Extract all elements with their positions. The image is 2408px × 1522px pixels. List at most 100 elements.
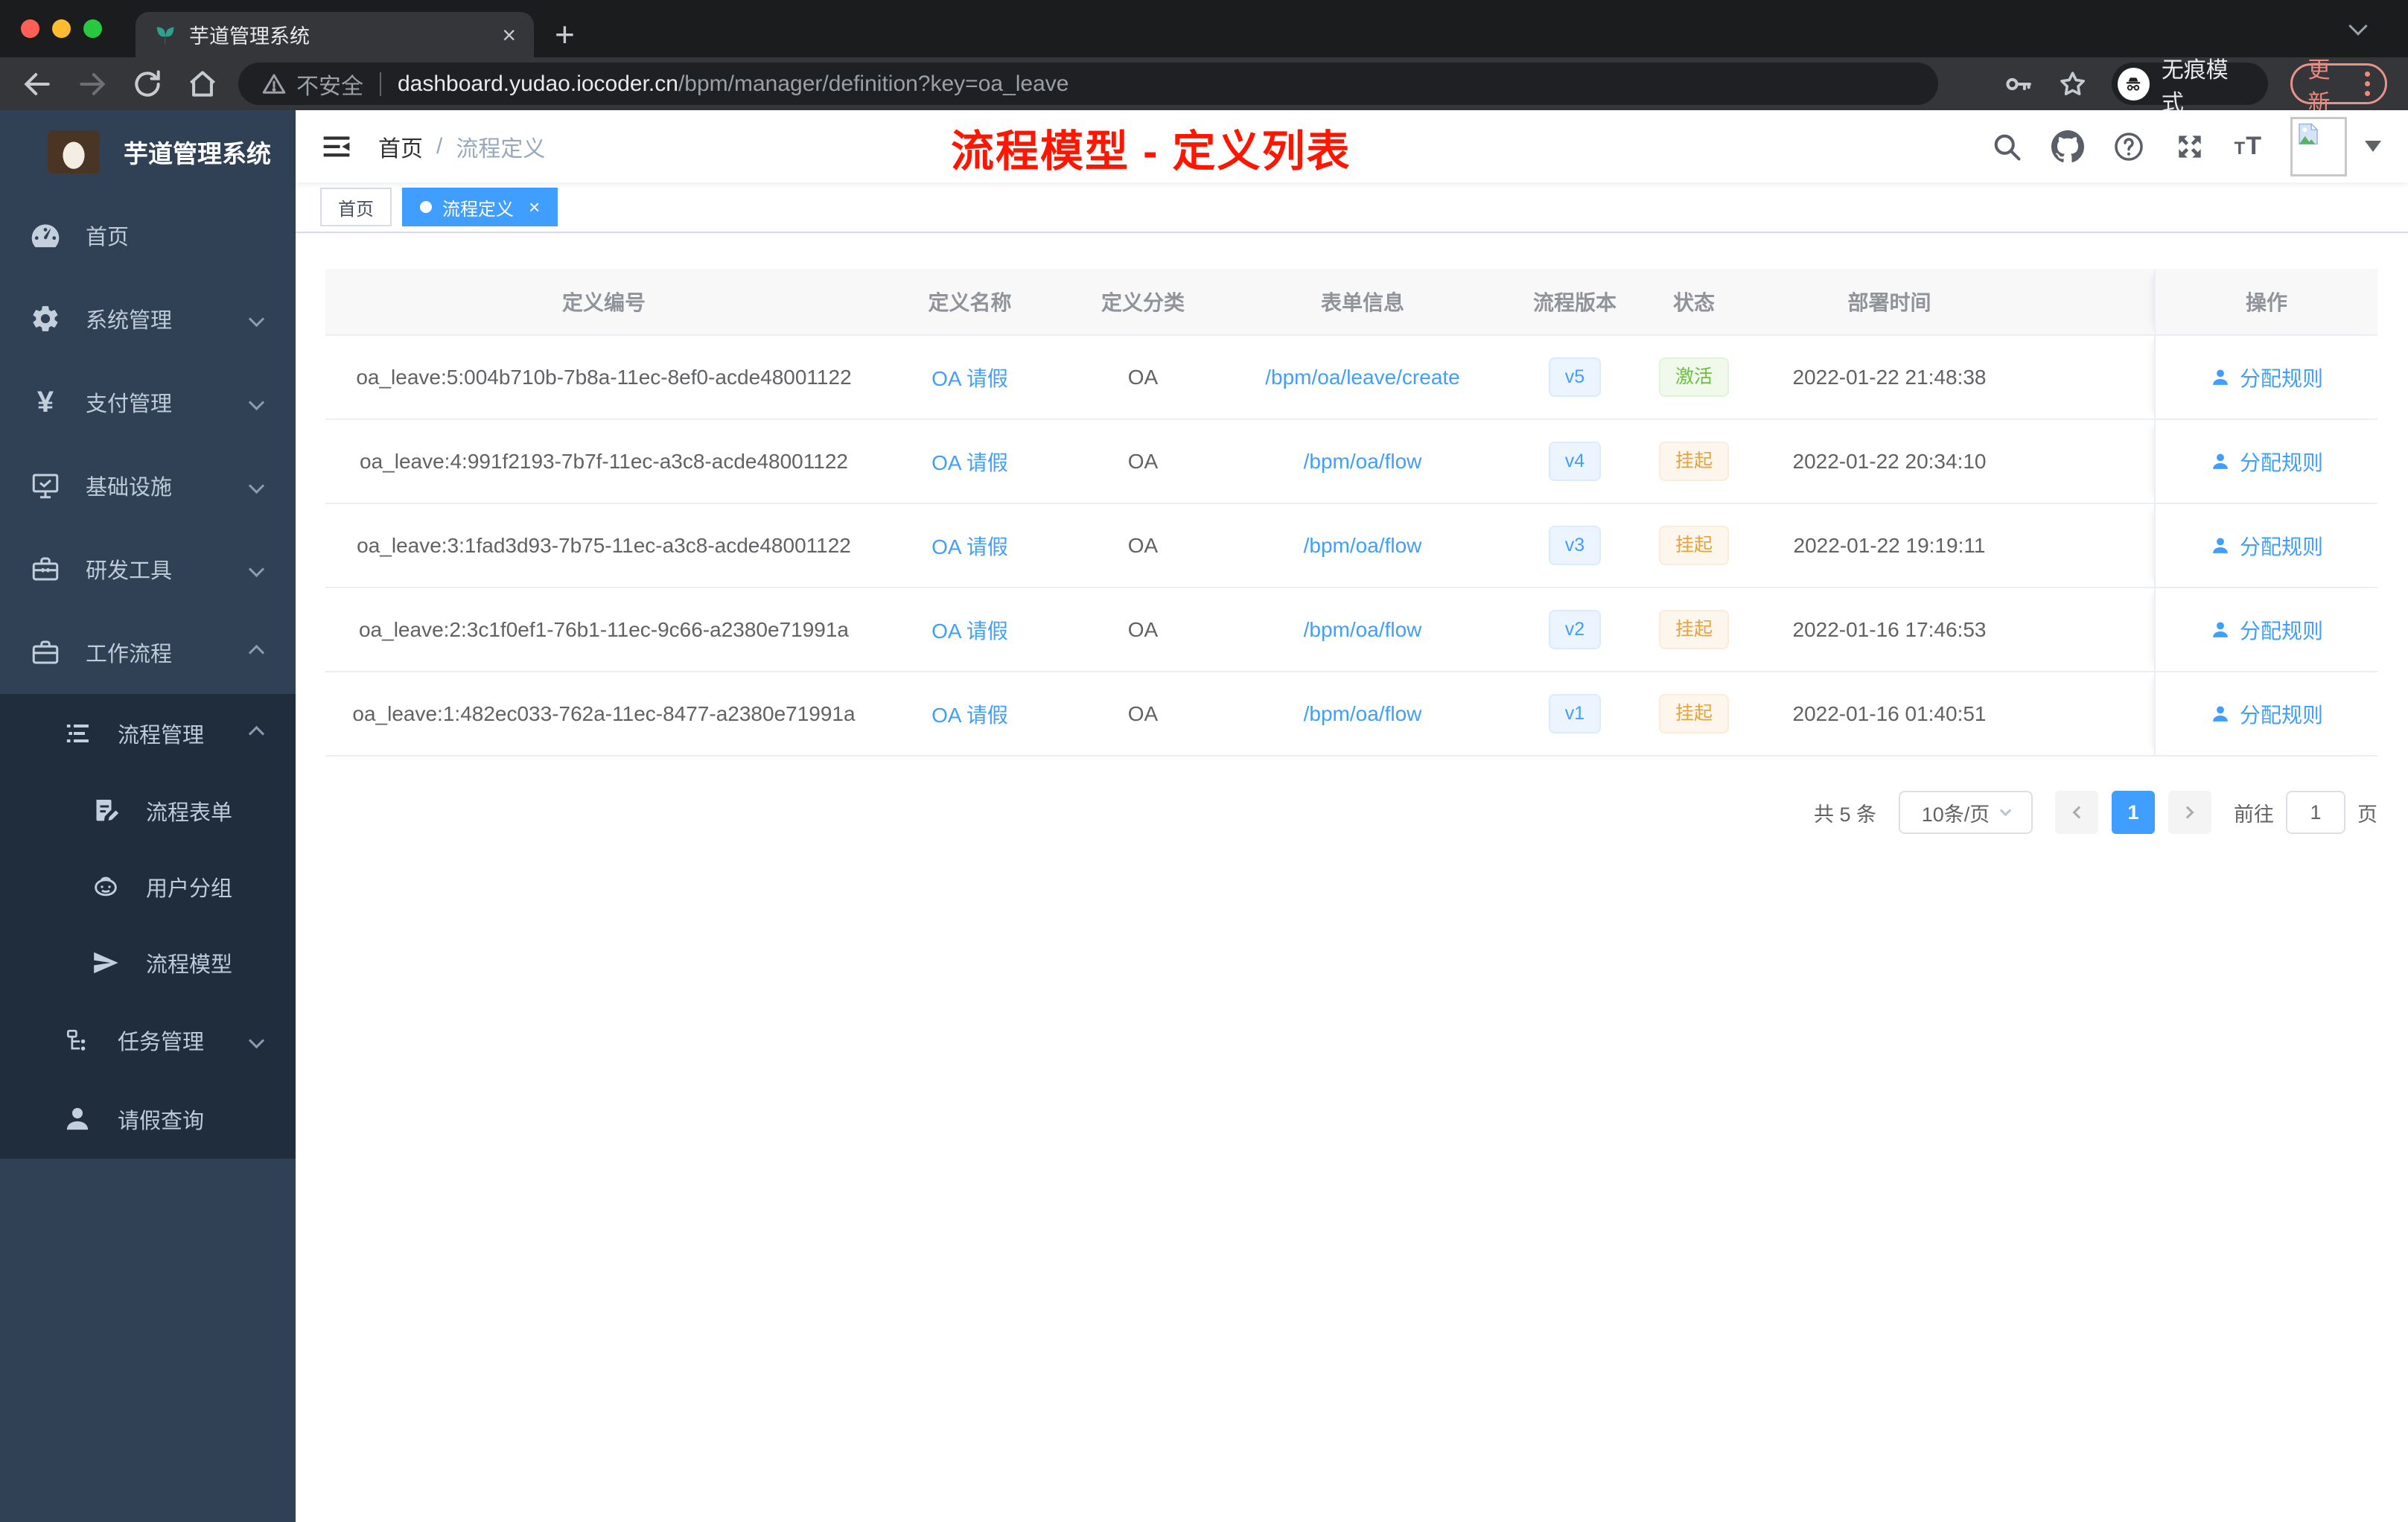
status-badge: 挂起 [1658,610,1729,649]
chevron-down-icon [248,561,265,577]
form-icon [88,795,124,827]
column-header: 操作 [2154,269,2377,334]
pagination-total: 共 5 条 [1813,803,1876,826]
prev-page-button[interactable] [2055,791,2098,834]
sidebar-item-payment[interactable]: ¥ 支付管理 [0,360,296,444]
bookmark-star-icon[interactable] [2057,68,2089,101]
sidebar-item-home[interactable]: 首页 [0,194,296,277]
sidebar: 芋道管理系统 首页 系统管理 ¥ 支付管理 基础设施 研发工具 工作流程 流程管… [0,110,296,1522]
form-link[interactable]: /bpm/oa/flow [1304,618,1422,641]
home-icon[interactable] [186,68,219,101]
window-minimize-button[interactable] [52,19,71,38]
avatar-caret-icon[interactable] [2365,141,2381,152]
form-link[interactable]: /bpm/oa/flow [1304,534,1422,557]
avatar[interactable] [2290,116,2347,176]
breadcrumb-home[interactable]: 首页 [378,130,423,163]
red-annotation-text: 流程模型 - 定义列表 [951,127,1351,176]
definition-name-link[interactable]: OA 请假 [931,451,1008,474]
chevron-left-icon [2072,806,2086,819]
form-link[interactable]: /bpm/oa/flow [1304,702,1422,725]
window-controls [21,19,102,38]
github-icon[interactable] [2051,130,2084,163]
sidebar-item-label: 支付管理 [86,392,173,416]
address-bar[interactable]: 不安全 dashboard.yudao.iocoder.cn/bpm/manag… [238,63,1939,105]
broken-image-icon [2299,122,2319,144]
logo[interactable]: 芋道管理系统 [0,110,296,194]
sidebar-item-user-group[interactable]: 用户分组 [0,849,296,925]
status-badge: 挂起 [1658,694,1729,733]
status-badge: 挂起 [1658,442,1729,481]
sidebar-item-task-management[interactable]: 任务管理 [0,1001,296,1080]
assign-rule-button[interactable]: 分配规则 [2210,363,2323,392]
version-badge: v1 [1548,694,1602,733]
sidebar-toggle-icon[interactable] [320,130,353,163]
update-label: 更新 [2307,57,2331,115]
assign-rule-button[interactable]: 分配规则 [2210,615,2323,645]
window-close-button[interactable] [21,19,39,38]
font-size-icon[interactable]: TT [2235,132,2262,161]
browser-tab[interactable]: 芋道管理系统 × [136,12,534,57]
org-tree-icon [60,1024,95,1057]
search-icon[interactable] [1990,130,2023,163]
definition-name-link[interactable]: OA 请假 [931,367,1008,390]
sidebar-item-process-form[interactable]: 流程表单 [0,773,296,849]
sidebar-item-dev-tools[interactable]: 研发工具 [0,527,296,611]
page-number-button[interactable]: 1 [2112,791,2155,834]
cell-definition-id: oa_leave:5:004b710b-7b8a-11ec-8ef0-acde4… [356,365,852,389]
definition-name-link[interactable]: OA 请假 [931,704,1008,727]
person-icon [2213,453,2228,469]
url-divider [380,71,381,96]
assign-rule-button[interactable]: 分配规则 [2210,447,2323,477]
sidebar-item-process-management[interactable]: 流程管理 [0,694,296,773]
chevron-down-icon [248,394,265,410]
incognito-badge[interactable]: 无痕模式 [2111,58,2269,115]
definition-table: 定义编号 定义名称 定义分类 表单信息 流程版本 状态 部署时间 操作 oa_l… [325,269,2377,757]
assign-rule-button[interactable]: 分配规则 [2210,531,2323,561]
form-link[interactable]: /bpm/oa/flow [1304,450,1422,473]
window-zoom-button[interactable] [83,19,102,38]
tag-process-definition[interactable]: 流程定义 × [402,188,558,226]
password-key-icon[interactable] [2002,68,2034,101]
forward-icon[interactable] [76,68,109,101]
tab-close-icon[interactable]: × [502,23,516,47]
browser-menu-icon[interactable] [2364,71,2370,96]
sidebar-item-process-model[interactable]: 流程模型 [0,925,296,1001]
yen-icon: ¥ [36,385,54,418]
table-row: oa_leave:3:1fad3d93-7b75-11ec-a3c8-acde4… [325,504,2377,588]
form-link[interactable]: /bpm/oa/leave/create [1265,366,1460,389]
goto-page-input[interactable] [2286,791,2345,834]
table-header-row: 定义编号 定义名称 定义分类 表单信息 流程版本 状态 部署时间 操作 [325,269,2377,336]
sidebar-item-system[interactable]: 系统管理 [0,277,296,360]
sidebar-item-workflow[interactable]: 工作流程 [0,611,296,694]
sidebar-item-leave-query[interactable]: 请假查询 [0,1080,296,1159]
tag-close-icon[interactable]: × [529,196,540,219]
tag-home[interactable]: 首页 [320,188,392,226]
page-size-select[interactable]: 10条/页 [1899,791,2033,834]
tab-search-caret-icon[interactable] [2348,16,2368,36]
definition-name-link[interactable]: OA 请假 [931,620,1008,643]
assign-rule-button[interactable]: 分配规则 [2210,699,2323,729]
next-page-button[interactable] [2168,791,2211,834]
chevron-down-icon [248,477,265,494]
help-icon[interactable] [2112,130,2145,163]
sidebar-item-infrastructure[interactable]: 基础设施 [0,444,296,527]
fullscreen-icon[interactable] [2173,130,2206,163]
reload-icon[interactable] [131,68,164,101]
page-size-value: 10条/页 [1921,803,1990,826]
cell-definition-id: oa_leave:4:991f2193-7b7f-11ec-a3c8-acde4… [360,449,848,473]
cell-deploy-time: 2022-01-22 19:19:11 [1793,533,1986,557]
back-icon[interactable] [21,68,54,101]
definition-name-link[interactable]: OA 请假 [931,535,1008,558]
chevron-up-icon [248,644,265,660]
sidebar-item-label: 用户分组 [146,877,233,901]
new-tab-button[interactable]: + [555,17,575,51]
app-navbar: 首页 / 流程定义 流程模型 - 定义列表 TT [296,110,2408,182]
update-button[interactable]: 更新 [2290,58,2387,115]
cell-category: OA [1127,701,1159,725]
column-header: 定义编号 [561,291,646,314]
breadcrumb-current: 流程定义 [456,136,546,162]
chevron-right-icon [2181,806,2194,819]
goto-unit: 页 [2357,803,2377,826]
table-row: oa_leave:5:004b710b-7b8a-11ec-8ef0-acde4… [325,336,2377,420]
not-secure-warning-icon [262,74,286,94]
